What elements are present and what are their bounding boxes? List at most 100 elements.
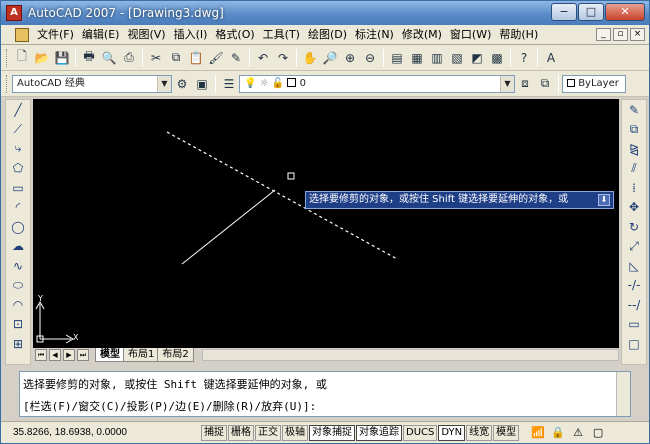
my-workspace-icon[interactable]: ▣ xyxy=(193,75,211,93)
trim-target-line[interactable] xyxy=(181,189,276,265)
make-object-layer-current-icon[interactable]: ⧈ xyxy=(516,75,534,93)
make-block-icon[interactable]: ⊞ xyxy=(7,334,29,354)
print-icon[interactable]: 🖶 xyxy=(80,49,98,67)
menu-tools[interactable]: 工具(T) xyxy=(259,26,304,44)
prev-tab-button[interactable]: ◀ xyxy=(49,349,61,361)
tab-layout2[interactable]: 布局2 xyxy=(157,348,194,362)
menu-help[interactable]: 帮助(H) xyxy=(495,26,542,44)
lock-icon[interactable]: 🔒 xyxy=(550,425,566,441)
explode-icon[interactable]: □ xyxy=(623,334,645,354)
model-toggle[interactable]: 模型 xyxy=(493,424,520,441)
grid-toggle[interactable]: 栅格 xyxy=(228,424,254,441)
tab-model[interactable]: 模型 xyxy=(95,348,125,362)
tool-palettes-icon[interactable]: ▥ xyxy=(428,49,446,67)
copy-object-icon[interactable]: ⧉ xyxy=(623,120,645,140)
polygon-icon[interactable]: ⬠ xyxy=(7,159,29,179)
horizontal-scrollbar[interactable] xyxy=(201,349,619,361)
pan-icon[interactable]: ✋ xyxy=(301,49,319,67)
menu-file[interactable]: 文件(F) xyxy=(33,26,78,44)
ellipse-arc-icon[interactable]: ◠ xyxy=(7,295,29,315)
tab-layout1[interactable]: 布局1 xyxy=(123,348,160,362)
osnap-toggle[interactable]: 对象捕捉 xyxy=(309,424,355,441)
text-style-icon[interactable]: A xyxy=(542,49,560,67)
line-icon[interactable]: ╱ xyxy=(7,100,29,120)
offset-icon[interactable]: ⫽ xyxy=(623,159,645,179)
insert-block-icon[interactable]: ⊡ xyxy=(7,315,29,335)
menu-view[interactable]: 视图(V) xyxy=(123,26,169,44)
otrack-toggle[interactable]: 对象追踪 xyxy=(356,424,402,441)
sheet-set-icon[interactable]: ▧ xyxy=(448,49,466,67)
doc-minimize-button[interactable]: _ xyxy=(596,28,611,41)
print-preview-icon[interactable]: 🔍 xyxy=(100,49,118,67)
maximize-button[interactable]: □ xyxy=(578,3,604,21)
construction-line-icon[interactable]: ⟋ xyxy=(7,120,29,140)
clean-screen-icon[interactable]: ▢ xyxy=(590,425,606,441)
menu-window[interactable]: 窗口(W) xyxy=(446,26,495,44)
chevron-down-icon[interactable]: ▼ xyxy=(500,75,514,92)
linetype-select[interactable]: ByLayer xyxy=(562,74,626,93)
redo-icon[interactable]: ↷ xyxy=(274,49,292,67)
doc-restore-button[interactable]: ▫ xyxy=(613,28,628,41)
command-scrollbar[interactable] xyxy=(616,372,630,416)
quickcalc-icon[interactable]: ▩ xyxy=(488,49,506,67)
paste-icon[interactable]: 📋 xyxy=(187,49,205,67)
open-file-icon[interactable]: 📂 xyxy=(33,49,51,67)
lineweight-toggle[interactable]: 线宽 xyxy=(466,424,493,441)
close-button[interactable]: ✕ xyxy=(605,3,645,21)
stretch-icon[interactable]: ◺ xyxy=(623,256,645,276)
layer-select[interactable]: 💡 ☼ 🔓 0 ▼ xyxy=(239,74,515,93)
ducs-toggle[interactable]: DUCS xyxy=(403,424,438,441)
block-editor-icon[interactable]: ✎ xyxy=(227,49,245,67)
title-bar[interactable]: A AutoCAD 2007 - [Drawing3.dwg] − □ ✕ xyxy=(1,1,649,25)
document-icon[interactable] xyxy=(15,27,29,42)
rotate-icon[interactable]: ↻ xyxy=(623,217,645,237)
toolbar-grip[interactable] xyxy=(6,48,9,67)
markup-icon[interactable]: ◩ xyxy=(468,49,486,67)
menu-format[interactable]: 格式(O) xyxy=(211,26,258,44)
menu-modify[interactable]: 修改(M) xyxy=(398,26,446,44)
chevron-down-icon[interactable]: ▼ xyxy=(157,75,171,92)
ellipse-icon[interactable]: ⬭ xyxy=(7,276,29,296)
polyline-icon[interactable]: ⤷ xyxy=(7,139,29,159)
zoom-previous-icon[interactable]: ⊖ xyxy=(361,49,379,67)
workspace-settings-icon[interactable]: ⚙ xyxy=(173,75,191,93)
next-tab-button[interactable]: ▶ xyxy=(63,349,75,361)
mirror-icon[interactable]: ⧎ xyxy=(623,139,645,159)
coordinate-readout[interactable]: 35.8266, 18.6938, 0.0000 xyxy=(1,427,201,438)
layer-properties-icon[interactable]: ☰ xyxy=(220,75,238,93)
save-icon[interactable]: 💾 xyxy=(53,49,71,67)
scale-icon[interactable]: ⤢ xyxy=(623,237,645,257)
last-tab-button[interactable]: ⏭ xyxy=(77,349,89,361)
annotation-icon[interactable]: ⚠ xyxy=(570,425,586,441)
command-window[interactable]: 选择要修剪的对象, 或按住 Shift 键选择要延伸的对象, 或 [栏选(F)/… xyxy=(19,371,631,417)
menu-dimension[interactable]: 标注(N) xyxy=(351,26,398,44)
revision-cloud-icon[interactable]: ☁ xyxy=(7,237,29,257)
break-icon[interactable]: ▭ xyxy=(623,315,645,335)
spline-icon[interactable]: ∿ xyxy=(7,256,29,276)
menu-insert[interactable]: 插入(I) xyxy=(170,26,212,44)
communication-center-icon[interactable]: 📶 xyxy=(530,425,546,441)
workspace-select[interactable]: AutoCAD 经典 ▼ xyxy=(12,74,172,93)
toolbar-grip[interactable] xyxy=(6,74,9,93)
erase-icon[interactable]: ✎ xyxy=(623,100,645,120)
dyn-toggle[interactable]: DYN xyxy=(438,424,466,441)
undo-icon[interactable]: ↶ xyxy=(254,49,272,67)
first-tab-button[interactable]: ⏮ xyxy=(35,349,47,361)
layer-previous-icon[interactable]: ⧉ xyxy=(536,75,554,93)
ortho-toggle[interactable]: 正交 xyxy=(255,424,281,441)
zoom-window-icon[interactable]: ⊕ xyxy=(341,49,359,67)
trim-icon[interactable]: -/- xyxy=(623,276,645,296)
menu-draw[interactable]: 绘图(D) xyxy=(304,26,351,44)
new-file-icon[interactable]: 🗋 xyxy=(13,49,31,67)
match-properties-icon[interactable]: 🖌 xyxy=(207,49,225,67)
rectangle-icon[interactable]: ▭ xyxy=(7,178,29,198)
extend-icon[interactable]: --/ xyxy=(623,295,645,315)
cut-icon[interactable]: ✂ xyxy=(147,49,165,67)
minimize-button[interactable]: − xyxy=(551,3,577,21)
circle-icon[interactable]: ◯ xyxy=(7,217,29,237)
move-icon[interactable]: ✥ xyxy=(623,198,645,218)
polar-toggle[interactable]: 极轴 xyxy=(282,424,308,441)
array-icon[interactable]: ⁞ xyxy=(623,178,645,198)
design-center-icon[interactable]: ▦ xyxy=(408,49,426,67)
snap-toggle[interactable]: 捕捉 xyxy=(201,424,227,441)
